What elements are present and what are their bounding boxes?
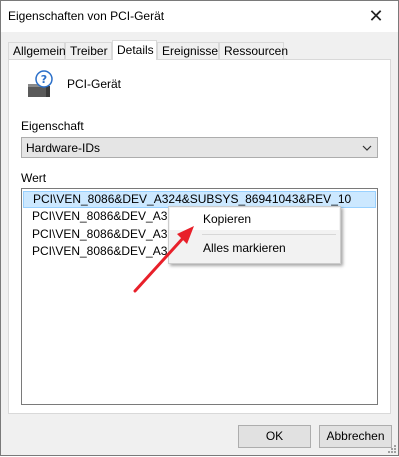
close-button[interactable]: ✕ xyxy=(354,1,398,32)
chevron-down-icon xyxy=(361,139,373,160)
tab-ereignisse[interactable]: Ereignisse xyxy=(157,42,219,59)
tab-strip: Allgemein Treiber Details Ereignisse Res… xyxy=(8,40,388,60)
tab-allgemein[interactable]: Allgemein xyxy=(8,42,66,59)
menu-separator xyxy=(202,234,336,235)
close-icon: ✕ xyxy=(368,6,384,26)
menu-item-alles-markieren[interactable]: Alles markieren xyxy=(170,237,339,259)
property-selected-value: Hardware-IDs xyxy=(26,141,101,155)
cancel-button[interactable]: Abbrechen xyxy=(319,425,392,448)
value-label: Wert xyxy=(21,171,47,185)
resize-grip-icon[interactable] xyxy=(386,443,396,453)
unknown-device-icon: ? xyxy=(28,70,53,97)
window-title: Eigenschaften von PCI-Gerät xyxy=(8,9,165,23)
tab-details[interactable]: Details xyxy=(112,40,157,60)
tab-ressourcen[interactable]: Ressourcen xyxy=(219,42,288,59)
property-select[interactable]: Hardware-IDs xyxy=(21,137,378,158)
property-label: Eigenschaft xyxy=(21,119,84,133)
svg-text:?: ? xyxy=(41,73,47,86)
menu-item-kopieren[interactable]: Kopieren xyxy=(170,208,339,230)
title-bar[interactable]: Eigenschaften von PCI-Gerät ✕ xyxy=(1,1,398,32)
device-name: PCI-Gerät xyxy=(67,77,122,91)
context-menu: Kopieren Alles markieren xyxy=(168,206,341,264)
properties-dialog: Eigenschaften von PCI-Gerät ✕ Allgemein … xyxy=(0,0,399,456)
ok-button[interactable]: OK xyxy=(238,425,311,448)
tab-treiber[interactable]: Treiber xyxy=(65,42,112,59)
